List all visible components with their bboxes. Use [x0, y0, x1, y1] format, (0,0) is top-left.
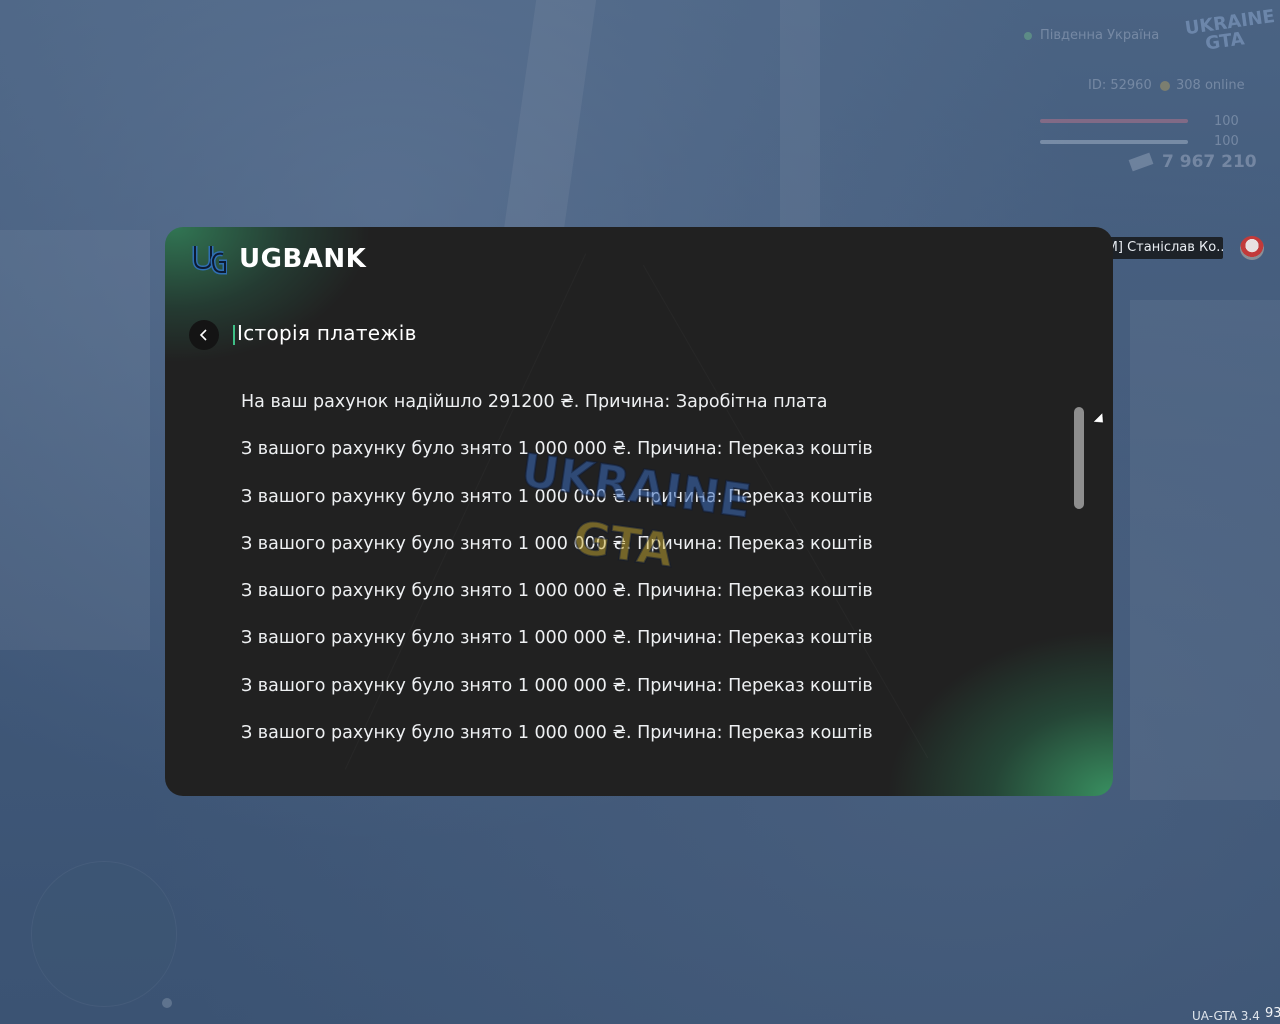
- payment-history-list: На ваш рахунок надійшло 291200 ₴. Причин…: [241, 387, 1061, 765]
- bank-logo: UGBANK: [191, 242, 366, 276]
- player-id: ID: 52960: [1088, 78, 1152, 93]
- bank-logo-icon: [192, 246, 227, 275]
- back-button[interactable]: [189, 320, 219, 350]
- chevron-left-icon: [199, 329, 207, 341]
- list-item: З вашого рахунку було знято 1 000 000 ₴.…: [241, 439, 873, 460]
- online-count-label: 308 online: [1176, 78, 1245, 93]
- list-item: З вашого рахунку було знято 1 000 000 ₴.…: [241, 628, 873, 649]
- bank-panel: UGBANK Історія платежів На ваш рахунок н…: [165, 227, 1113, 796]
- server-name-label: Південна Україна: [1040, 28, 1160, 43]
- armor-bar: [1040, 140, 1188, 144]
- minimap-marker-icon: [162, 998, 172, 1008]
- title-accent: [233, 325, 235, 345]
- server-name: Південна Україна: [1024, 28, 1159, 43]
- game-version: UA-GTA 3.4: [1192, 1009, 1260, 1023]
- list-item: З вашого рахунку було знято 1 000 000 ₴.…: [241, 723, 873, 744]
- list-item: З вашого рахунку було знято 1 000 000 ₴.…: [241, 533, 873, 554]
- money-display: 7 967 210: [1128, 152, 1257, 172]
- version-number: 93: [1265, 1006, 1280, 1021]
- history-scrollbar[interactable]: [1074, 407, 1084, 509]
- health-value: 100: [1214, 114, 1239, 129]
- server-status-icon: [1024, 31, 1032, 40]
- page-title: Історія платежів: [237, 321, 417, 345]
- online-icon: [1160, 80, 1170, 91]
- avatar: [1240, 236, 1264, 260]
- armor-value: 100: [1214, 134, 1239, 149]
- health-bar: [1040, 119, 1188, 123]
- list-item: З вашого рахунку було знято 1 000 000 ₴.…: [241, 675, 873, 696]
- list-item: На ваш рахунок надійшло 291200 ₴. Причин…: [241, 392, 828, 412]
- online-count: 308 online: [1160, 78, 1245, 93]
- minimap: [32, 862, 176, 1006]
- cash-icon: [1128, 152, 1154, 172]
- bank-logo-text: UGBANK: [239, 244, 367, 274]
- list-item: З вашого рахунку було знято 1 000 000 ₴.…: [241, 486, 873, 507]
- money-value: 7 967 210: [1162, 152, 1257, 172]
- list-item: З вашого рахунку було знято 1 000 000 ₴.…: [241, 581, 873, 602]
